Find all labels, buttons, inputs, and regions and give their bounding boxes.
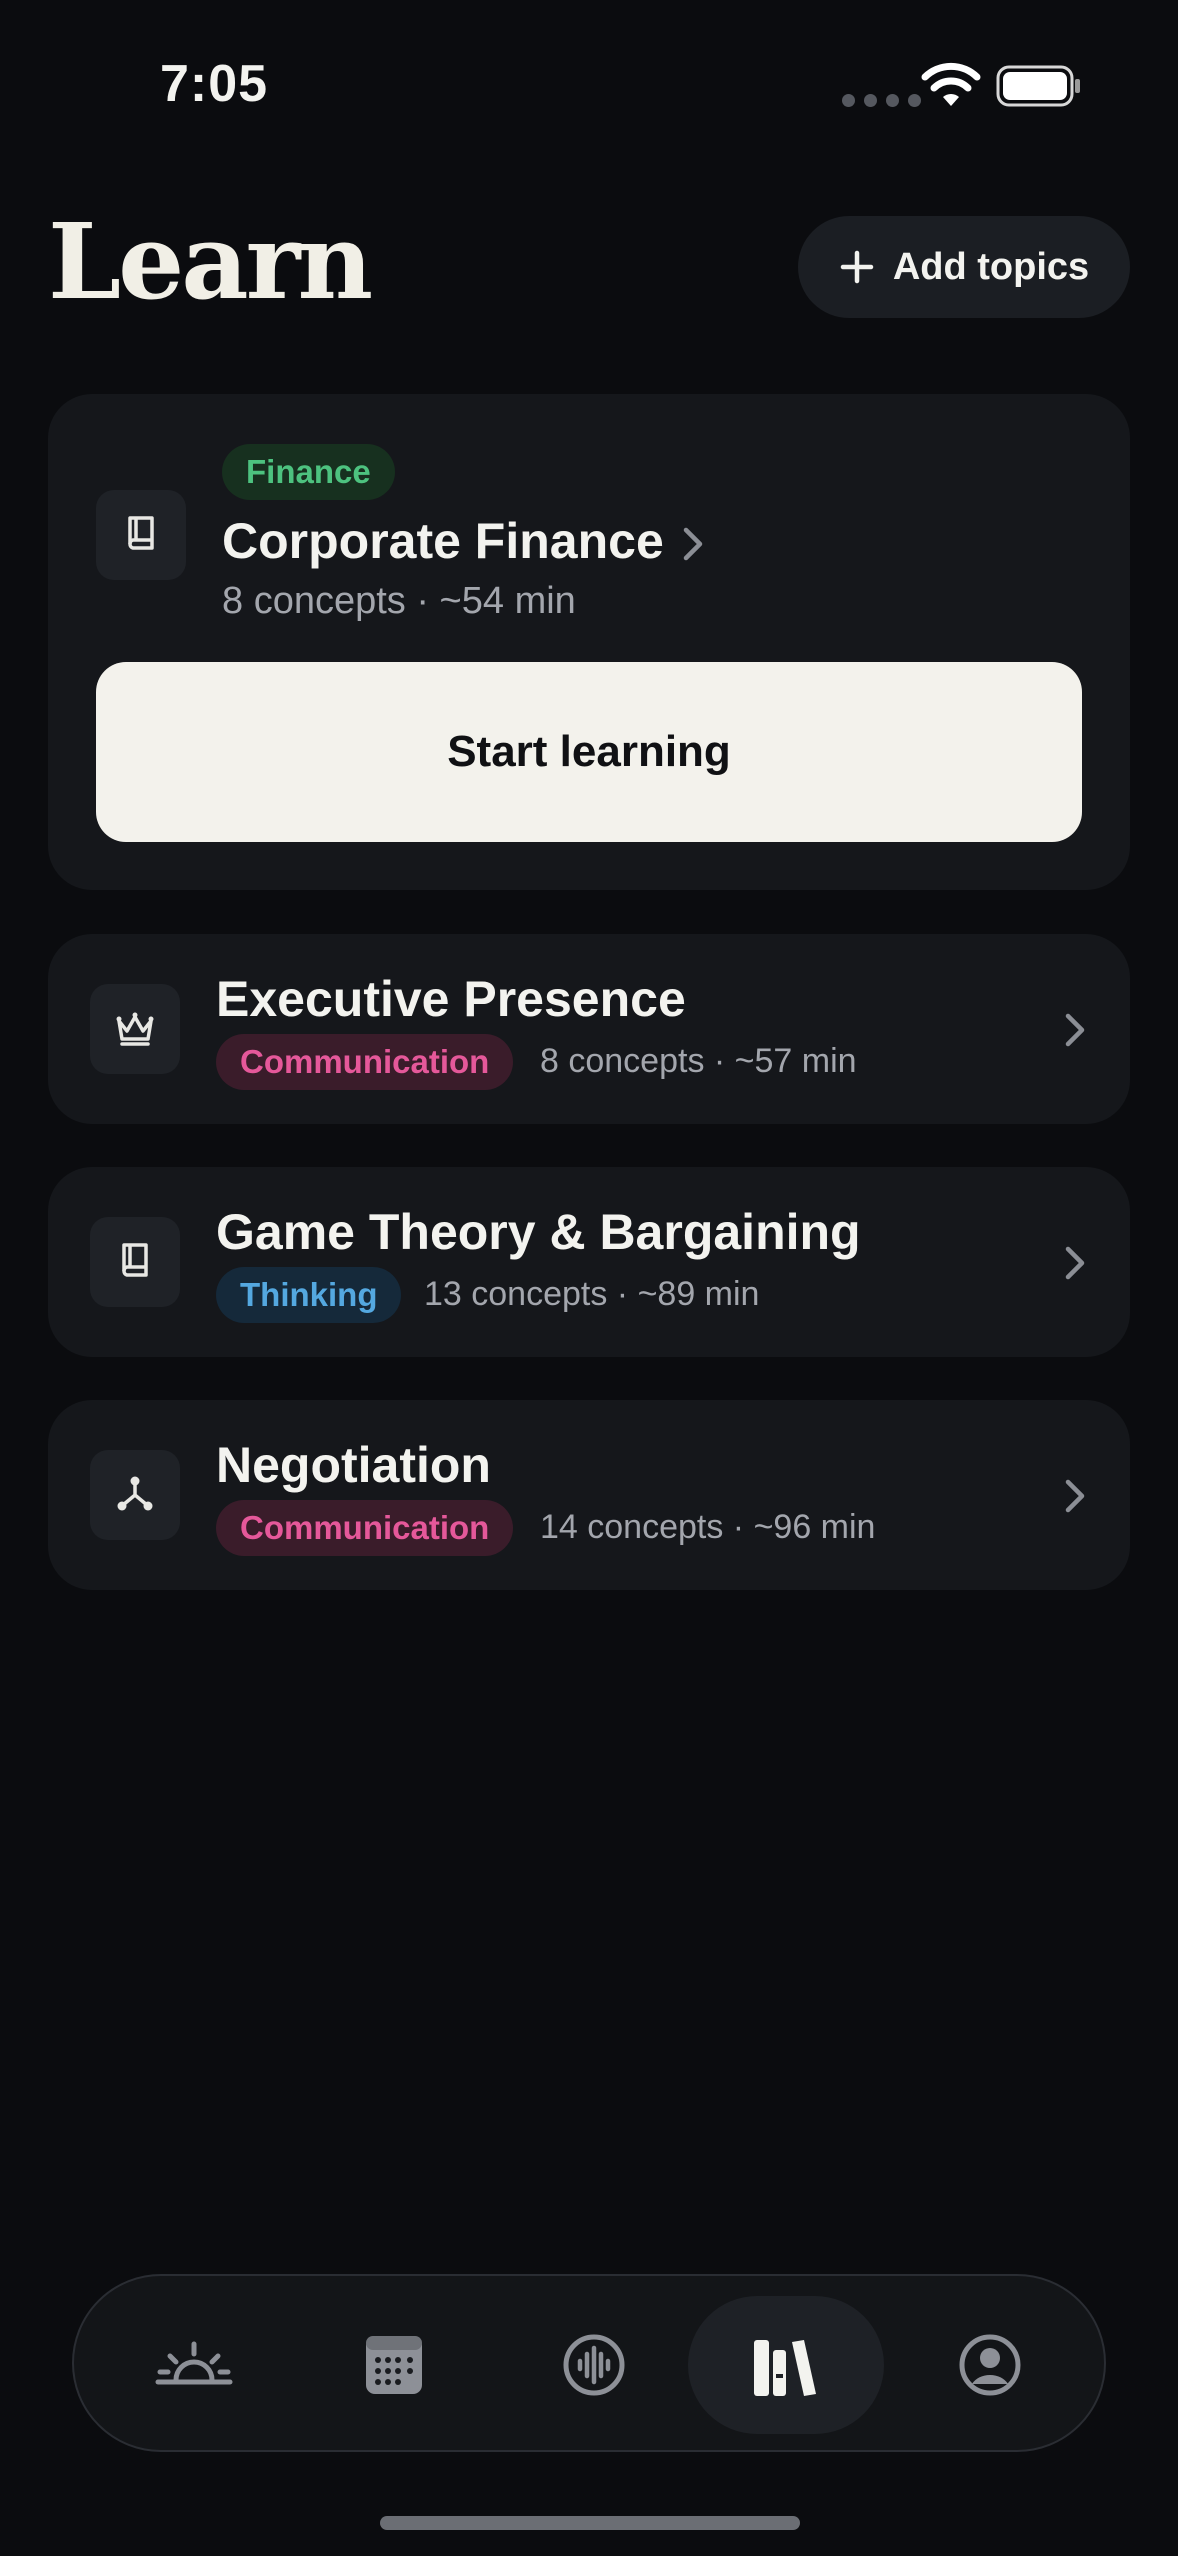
topic-row[interactable]: Negotiation Communication 14 concepts · … (48, 1400, 1130, 1590)
page-title: Learn (48, 200, 373, 323)
chevron-right-icon (1065, 1246, 1085, 1280)
audio-icon (563, 2334, 625, 2396)
crown-icon (116, 1012, 154, 1046)
library-icon (754, 2340, 816, 2396)
topic-icon-tile (90, 984, 180, 1074)
tab-profile[interactable] (892, 2296, 1088, 2434)
plus-icon (840, 250, 874, 284)
calendar-icon (366, 2336, 422, 2394)
topic-title: Negotiation (216, 1437, 491, 1493)
book-icon (122, 1243, 148, 1277)
status-time: 7:05 (160, 55, 269, 113)
signal-icon (842, 94, 921, 107)
topic-icon-tile (90, 1217, 180, 1307)
wifi-icon (921, 62, 981, 106)
start-learning-button[interactable]: Start learning (96, 662, 1082, 842)
featured-topic-card[interactable]: Finance Corporate Finance 8 concepts · ~… (48, 394, 1130, 890)
book-icon (128, 516, 154, 550)
category-tag: Finance (222, 444, 395, 500)
featured-topic-title[interactable]: Corporate Finance (222, 512, 664, 570)
featured-topic-meta: 8 concepts · ~54 min (222, 580, 576, 622)
topic-title: Executive Presence (216, 971, 686, 1027)
profile-icon (959, 2334, 1021, 2396)
category-tag: Communication (216, 1034, 514, 1090)
chevron-right-icon[interactable] (680, 524, 706, 564)
tab-audio[interactable] (496, 2296, 692, 2434)
category-tag: Communication (216, 1500, 514, 1556)
battery-icon (996, 65, 1080, 107)
chevron-right-icon (1065, 1479, 1085, 1513)
topic-meta: 8 concepts · ~57 min (540, 1042, 857, 1080)
tab-library[interactable] (688, 2296, 884, 2434)
tab-bar (72, 2274, 1106, 2452)
topic-title: Game Theory & Bargaining (216, 1204, 861, 1260)
topic-meta: 14 concepts · ~96 min (540, 1508, 876, 1546)
topic-meta: 13 concepts · ~89 min (424, 1275, 760, 1313)
sunrise-icon (155, 2341, 233, 2385)
category-tag: Thinking (216, 1267, 402, 1323)
network-icon (117, 1476, 153, 1511)
status-bar: 7:05 (0, 0, 1178, 170)
topic-row[interactable]: Executive Presence Communication 8 conce… (48, 934, 1130, 1124)
tab-calendar[interactable] (296, 2296, 492, 2434)
topic-row[interactable]: Game Theory & Bargaining Thinking 13 con… (48, 1167, 1130, 1357)
home-indicator (380, 2516, 800, 2530)
add-topics-button[interactable]: Add topics (798, 216, 1130, 318)
add-topics-label: Add topics (892, 245, 1090, 288)
tab-today[interactable] (96, 2296, 292, 2434)
featured-icon-tile (96, 490, 186, 580)
chevron-right-icon (1065, 1013, 1085, 1047)
topic-icon-tile (90, 1450, 180, 1540)
